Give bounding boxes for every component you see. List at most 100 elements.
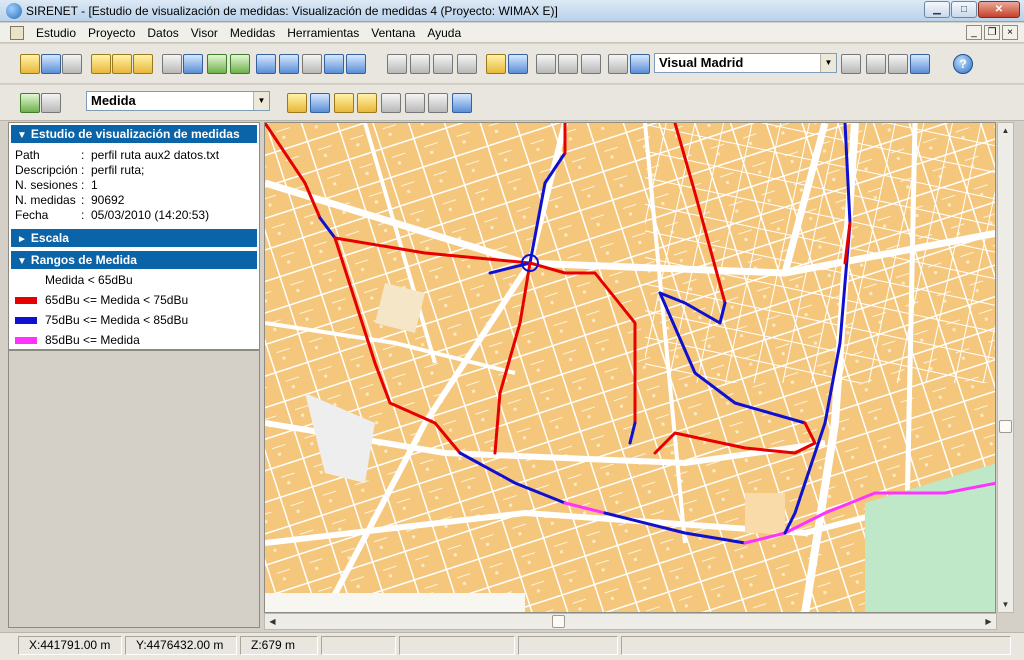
- legend-label: 65dBu <= Medida < 75dBu: [45, 293, 189, 307]
- vertical-scrollbar[interactable]: ▲ ▼: [997, 122, 1014, 613]
- zoom-area-icon[interactable]: [630, 54, 650, 74]
- info-value: perfil ruta aux2 datos.txt: [91, 148, 220, 162]
- scroll-right-icon[interactable]: ▶: [981, 614, 996, 629]
- grid-icon[interactable]: [334, 93, 354, 113]
- scroll-left-icon[interactable]: ◀: [265, 614, 280, 629]
- menu-proyecto[interactable]: Proyecto: [82, 26, 141, 40]
- calculate-icon[interactable]: [207, 54, 227, 74]
- collapse-triangle-icon: ▼: [17, 256, 27, 267]
- mdi-restore-button[interactable]: ❐: [984, 25, 1000, 40]
- menu-ayuda[interactable]: Ayuda: [421, 26, 467, 40]
- tools-3-icon[interactable]: [133, 54, 153, 74]
- horizontal-scrollbar[interactable]: ◀ ▶: [264, 613, 997, 630]
- ranges-panel-title: Rangos de Medida: [30, 253, 137, 267]
- range-legend: Medida < 65dBu 65dBu <= Medida < 75dBu 7…: [9, 269, 259, 350]
- map-selector-value: Visual Madrid: [659, 55, 744, 70]
- menu-datos[interactable]: Datos: [141, 26, 184, 40]
- wsd-icon[interactable]: [279, 54, 299, 74]
- status-cell-empty: [518, 636, 618, 655]
- menu-visor[interactable]: Visor: [185, 26, 224, 40]
- status-x-coordinate: X:441791.00 m: [18, 636, 122, 655]
- xyz-icon[interactable]: [452, 93, 472, 113]
- map-view[interactable]: [264, 122, 996, 613]
- zoom-out-icon[interactable]: [558, 54, 578, 74]
- route-icon[interactable]: [287, 93, 307, 113]
- vertical-scroll-thumb[interactable]: [999, 420, 1012, 433]
- document-icon[interactable]: [10, 25, 24, 40]
- main-toolbar: Visual Madrid ▼ ?: [0, 44, 1024, 84]
- coordinates-icon[interactable]: [608, 54, 628, 74]
- info-value: 1: [91, 178, 98, 192]
- scale-panel-title: Escala: [30, 231, 69, 245]
- scroll-down-icon[interactable]: ▼: [998, 597, 1013, 612]
- document-icon[interactable]: [41, 93, 61, 113]
- status-cell-empty: [321, 636, 396, 655]
- tools-2-icon[interactable]: [112, 54, 132, 74]
- legend-swatch: [15, 316, 37, 324]
- new-study-icon[interactable]: [20, 54, 40, 74]
- mdi-close-button[interactable]: ×: [1002, 25, 1018, 40]
- horizontal-scroll-thumb[interactable]: [552, 615, 565, 628]
- city-blocks-grid: [645, 123, 995, 383]
- stop-icon[interactable]: [62, 54, 82, 74]
- legend-label: 75dBu <= Medida < 85dBu: [45, 313, 189, 327]
- study-panel-header[interactable]: ▼ Estudio de visualización de medidas: [11, 125, 257, 143]
- help-icon[interactable]: ?: [953, 54, 973, 74]
- menu-estudio[interactable]: Estudio: [30, 26, 82, 40]
- info-value: 05/03/2010 (14:20:53): [91, 208, 210, 222]
- chevron-down-icon[interactable]: ▼: [820, 54, 836, 72]
- database-icon[interactable]: [256, 54, 276, 74]
- scroll-up-icon[interactable]: ▲: [998, 123, 1013, 138]
- maximize-button[interactable]: □: [951, 1, 977, 18]
- menu-medidas[interactable]: Medidas: [224, 26, 281, 40]
- palette-icon[interactable]: [486, 54, 506, 74]
- status-cell-empty: [621, 636, 1011, 655]
- measure-icon[interactable]: [381, 93, 401, 113]
- collapse-triangle-icon: ▼: [17, 130, 27, 141]
- status-z-coordinate: Z:679 m: [240, 636, 318, 655]
- antenna-icon[interactable]: [302, 54, 322, 74]
- status-y-coordinate: Y:4476432.00 m: [125, 636, 237, 655]
- print-icon[interactable]: [387, 54, 407, 74]
- profile-icon[interactable]: [357, 93, 377, 113]
- cylinder-icon[interactable]: [508, 54, 528, 74]
- bar-graph-icon[interactable]: [405, 93, 425, 113]
- filter-icon[interactable]: [310, 93, 330, 113]
- info-row: Descripción: perfil ruta;: [15, 163, 145, 177]
- info-value: perfil ruta;: [91, 163, 145, 177]
- window-title: SIRENET - [Estudio de visualización de m…: [26, 3, 558, 18]
- app-icon: [6, 2, 22, 19]
- scale-panel-header[interactable]: ► Escala: [11, 229, 257, 247]
- legend-swatch: [15, 336, 37, 344]
- ranges-panel-header[interactable]: ▼ Rangos de Medida: [11, 251, 257, 269]
- menu-ventana[interactable]: Ventana: [365, 26, 421, 40]
- menu-herramientas[interactable]: Herramientas: [281, 26, 365, 40]
- map-canvas[interactable]: [265, 123, 996, 613]
- left-panel: ▼ Estudio de visualización de medidas Pat…: [8, 122, 260, 628]
- measurement-list-icon[interactable]: [20, 93, 40, 113]
- mdi-minimize-button[interactable]: _: [966, 25, 982, 40]
- pointer-icon[interactable]: [866, 54, 886, 74]
- open-study-icon[interactable]: [41, 54, 61, 74]
- zoom-extent-icon[interactable]: [581, 54, 601, 74]
- wrench-icon[interactable]: [162, 54, 182, 74]
- map-selector[interactable]: Visual Madrid ▼: [654, 53, 837, 73]
- layers-icon[interactable]: [183, 54, 203, 74]
- report-icon[interactable]: [346, 54, 366, 74]
- zoom-in-icon[interactable]: [536, 54, 556, 74]
- close-button[interactable]: ✕: [978, 1, 1020, 18]
- identify-icon[interactable]: [910, 54, 930, 74]
- export-icon[interactable]: [324, 54, 344, 74]
- layer-stack-icon[interactable]: [841, 54, 861, 74]
- minimize-button[interactable]: ▁: [924, 1, 950, 18]
- pan-hand-icon[interactable]: [888, 54, 908, 74]
- axis-icon[interactable]: [428, 93, 448, 113]
- study-info: Path: perfil ruta aux2 datos.txt Descripc…: [9, 143, 259, 223]
- calculate-2-icon[interactable]: [230, 54, 250, 74]
- print-map-icon[interactable]: [457, 54, 477, 74]
- print-setup-icon[interactable]: [433, 54, 453, 74]
- tools-icon[interactable]: [91, 54, 111, 74]
- layer-selector[interactable]: Medida ▼: [86, 91, 270, 111]
- chevron-down-icon[interactable]: ▼: [253, 92, 269, 110]
- print-preview-icon[interactable]: [410, 54, 430, 74]
